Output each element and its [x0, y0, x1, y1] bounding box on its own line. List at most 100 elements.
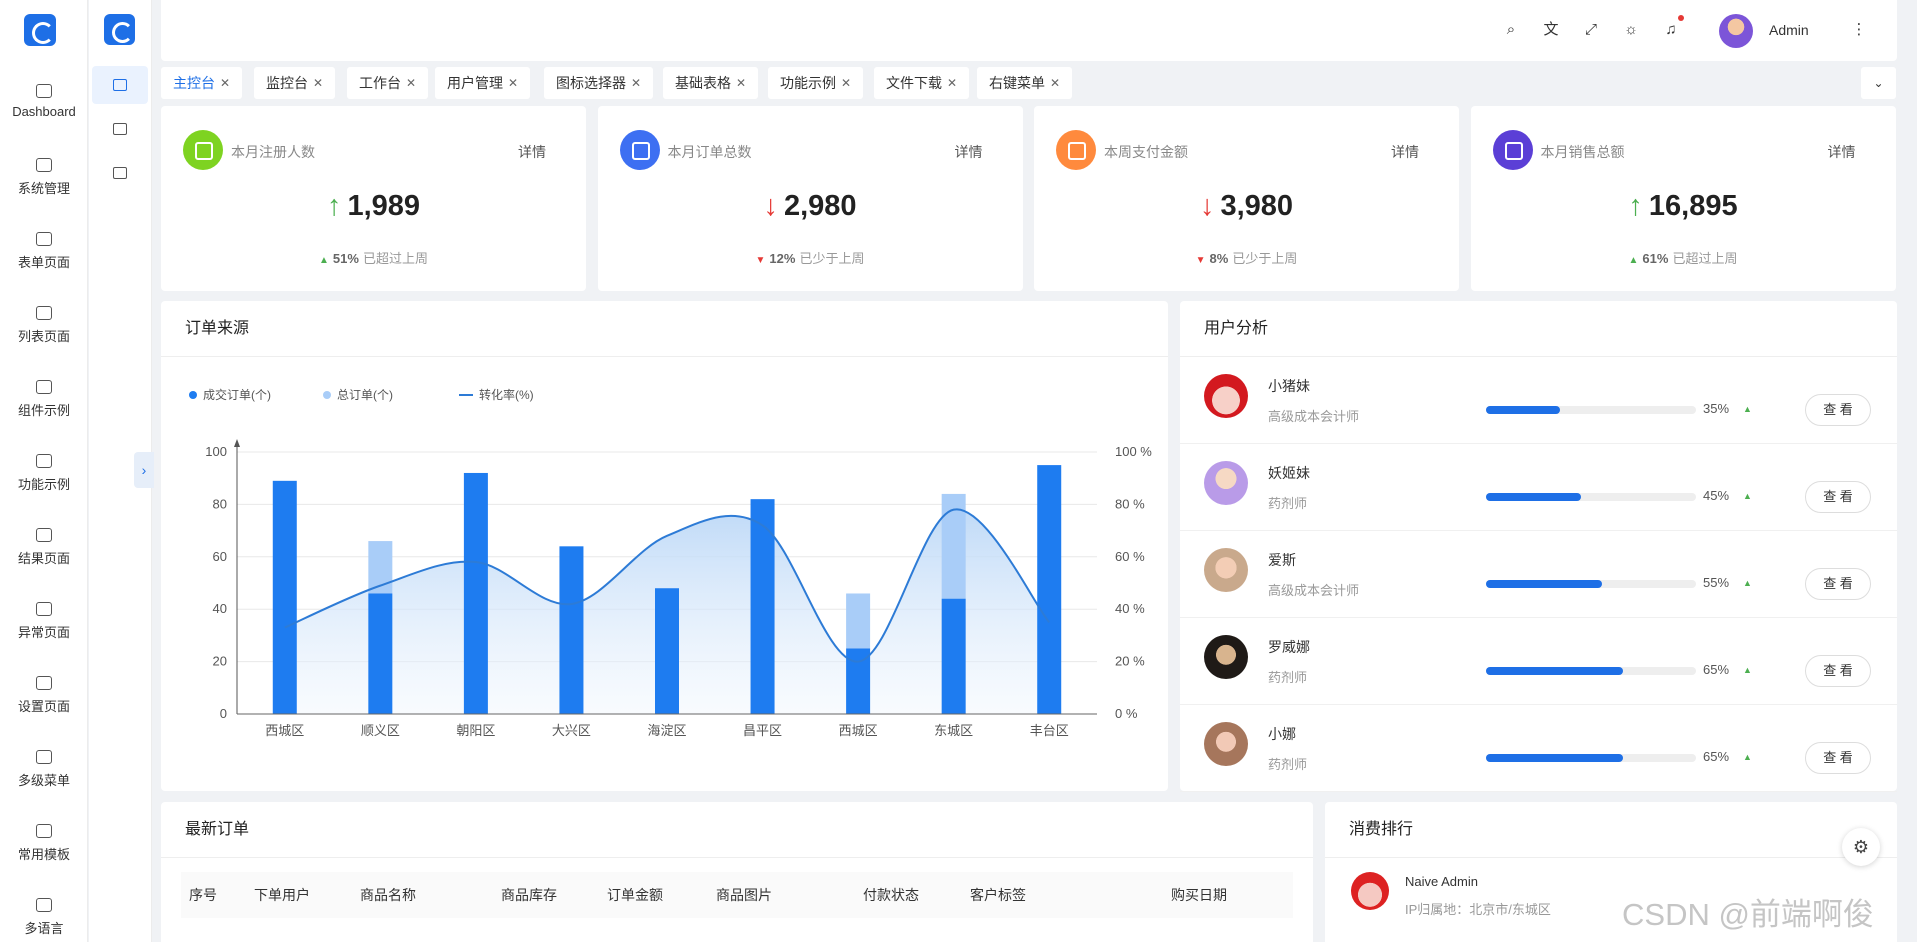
tab-label: 监控台	[266, 75, 308, 91]
more-icon[interactable]: ⋮	[1849, 20, 1869, 40]
stat-note-text: 已超过上周	[1672, 251, 1738, 266]
tab-7[interactable]: 文件下载 ✕	[874, 67, 970, 99]
view-button[interactable]: 查 看	[1805, 394, 1871, 426]
tab-2[interactable]: 工作台 ✕	[347, 67, 429, 99]
collapse-toggle[interactable]: ›	[134, 452, 154, 488]
tab-4[interactable]: 图标选择器 ✕	[544, 67, 654, 99]
details-link[interactable]: 详情	[1391, 142, 1419, 162]
triangle-up-icon: ▲	[1743, 578, 1752, 588]
bar-total[interactable]	[846, 593, 871, 649]
stat-note: ▼ 8% 已少于上周	[1034, 248, 1459, 267]
close-icon[interactable]: ✕	[736, 76, 746, 90]
bar-deal[interactable]	[655, 588, 679, 714]
details-link[interactable]: 详情	[955, 142, 983, 162]
sidebar-item-11[interactable]: 多语言	[0, 898, 88, 942]
y2-tick-label: 60 %	[1115, 549, 1145, 564]
view-button[interactable]: 查 看	[1805, 742, 1871, 774]
triangle-up-icon: ▲	[1743, 665, 1752, 675]
details-link[interactable]: 详情	[518, 142, 546, 162]
submenu-workbench[interactable]	[92, 154, 148, 192]
tab-0[interactable]: 主控台 ✕	[161, 67, 243, 99]
table-column-header: 购买日期	[1171, 887, 1227, 903]
view-button[interactable]: 查 看	[1805, 481, 1871, 513]
form-icon	[36, 232, 52, 246]
stat-note: ▲ 51% 已超过上周	[161, 248, 586, 267]
close-icon[interactable]: ✕	[220, 76, 230, 90]
tab-6[interactable]: 功能示例 ✕	[768, 67, 864, 99]
tab-label: 图标选择器	[556, 75, 626, 91]
sidebar-item-1[interactable]: 系统管理	[0, 158, 88, 230]
sidebar-item-label: 列表页面	[17, 329, 70, 344]
bell-icon[interactable]: ♫	[1661, 20, 1681, 40]
user-name: 小娜	[1268, 726, 1296, 742]
sidebar-item-5[interactable]: 功能示例	[0, 454, 88, 526]
user-name[interactable]: Admin	[1769, 22, 1809, 38]
sidebar-item-label: 常用模板	[17, 847, 70, 862]
stat-title: 本周支付金额	[1104, 144, 1188, 160]
triangle-down-icon: ▼	[755, 255, 766, 266]
theme-icon[interactable]: ☼	[1621, 20, 1641, 40]
bar-deal[interactable]	[1037, 465, 1062, 714]
view-button[interactable]: 查 看	[1805, 655, 1871, 687]
tabs-dropdown[interactable]: ⌄	[1861, 67, 1896, 99]
avatar[interactable]	[1719, 14, 1753, 48]
close-icon[interactable]: ✕	[313, 76, 323, 90]
tab-8[interactable]: 右键菜单 ✕	[977, 67, 1073, 99]
sidebar-item-6[interactable]: 结果页面	[0, 528, 88, 600]
list-item: 小猪妹 高级成本会计师 35% ▲ 查 看	[1180, 358, 1897, 444]
submenu-home[interactable]	[92, 66, 148, 104]
app-logo[interactable]	[24, 14, 56, 46]
x-tick-label: 西城区	[839, 723, 878, 738]
sidebar-item-0[interactable]: Dashboard	[0, 84, 88, 156]
tab-1[interactable]: 监控台 ✕	[254, 67, 336, 99]
close-icon[interactable]: ✕	[841, 76, 851, 90]
ranking-location: IP归属地：北京市/东城区	[1405, 902, 1551, 917]
tab-label: 工作台	[359, 75, 401, 91]
bar-deal[interactable]	[272, 480, 297, 714]
view-button[interactable]: 查 看	[1805, 568, 1871, 600]
sidebar-item-8[interactable]: 设置页面	[0, 676, 88, 748]
sidebar-item-3[interactable]: 列表页面	[0, 306, 88, 378]
result-icon	[36, 528, 52, 542]
x-tick-label: 朝阳区	[456, 723, 495, 738]
sidebar-item-label: 异常页面	[17, 625, 70, 640]
close-icon[interactable]: ✕	[1050, 76, 1060, 90]
search-icon[interactable]: ⌕	[1501, 20, 1521, 40]
stat-icon	[1492, 130, 1533, 170]
app-logo-secondary[interactable]	[104, 14, 135, 45]
sidebar-item-2[interactable]: 表单页面	[0, 232, 88, 304]
bar-deal[interactable]	[941, 598, 966, 714]
stat-value: 2,980	[783, 190, 857, 222]
stat-icon	[183, 130, 223, 170]
dashboard-icon	[36, 84, 52, 98]
tab-5[interactable]: 基础表格 ✕	[663, 67, 759, 99]
fullscreen-icon[interactable]: ⤢	[1581, 20, 1601, 40]
watermark: CSDN @前端啊俊	[1622, 897, 1874, 932]
user-name: 妖姬妹	[1268, 465, 1310, 481]
submenu-monitor[interactable]	[92, 110, 148, 148]
close-icon[interactable]: ✕	[947, 76, 957, 90]
sidebar-item-9[interactable]: 多级菜单	[0, 750, 88, 822]
bar-deal[interactable]	[368, 593, 393, 714]
details-link[interactable]: 详情	[1828, 142, 1856, 162]
close-icon[interactable]: ✕	[508, 76, 518, 90]
bar-deal[interactable]	[750, 499, 775, 714]
progress-bar	[1486, 493, 1696, 501]
stat-percent: 61%	[1642, 251, 1669, 266]
settings-float-button[interactable]: ⚙	[1842, 828, 1880, 866]
bar-deal[interactable]	[559, 546, 584, 714]
sidebar-item-label: 组件示例	[17, 403, 70, 418]
triangle-up-icon: ▲	[1743, 491, 1752, 501]
progress-fill	[1486, 580, 1602, 588]
close-icon[interactable]: ✕	[631, 76, 641, 90]
tab-3[interactable]: 用户管理 ✕	[435, 67, 531, 99]
sidebar-item-10[interactable]: 常用模板	[0, 824, 88, 896]
user-role: 高级成本会计师	[1268, 409, 1360, 424]
stat-percent: 12%	[769, 251, 796, 266]
close-icon[interactable]: ✕	[406, 76, 416, 90]
sidebar-item-4[interactable]: 组件示例	[0, 380, 88, 452]
sidebar-item-7[interactable]: 异常页面	[0, 602, 88, 674]
translate-icon[interactable]: 文	[1541, 20, 1561, 40]
table-column-header: 下单用户	[254, 887, 310, 903]
bar-deal[interactable]	[463, 472, 488, 714]
